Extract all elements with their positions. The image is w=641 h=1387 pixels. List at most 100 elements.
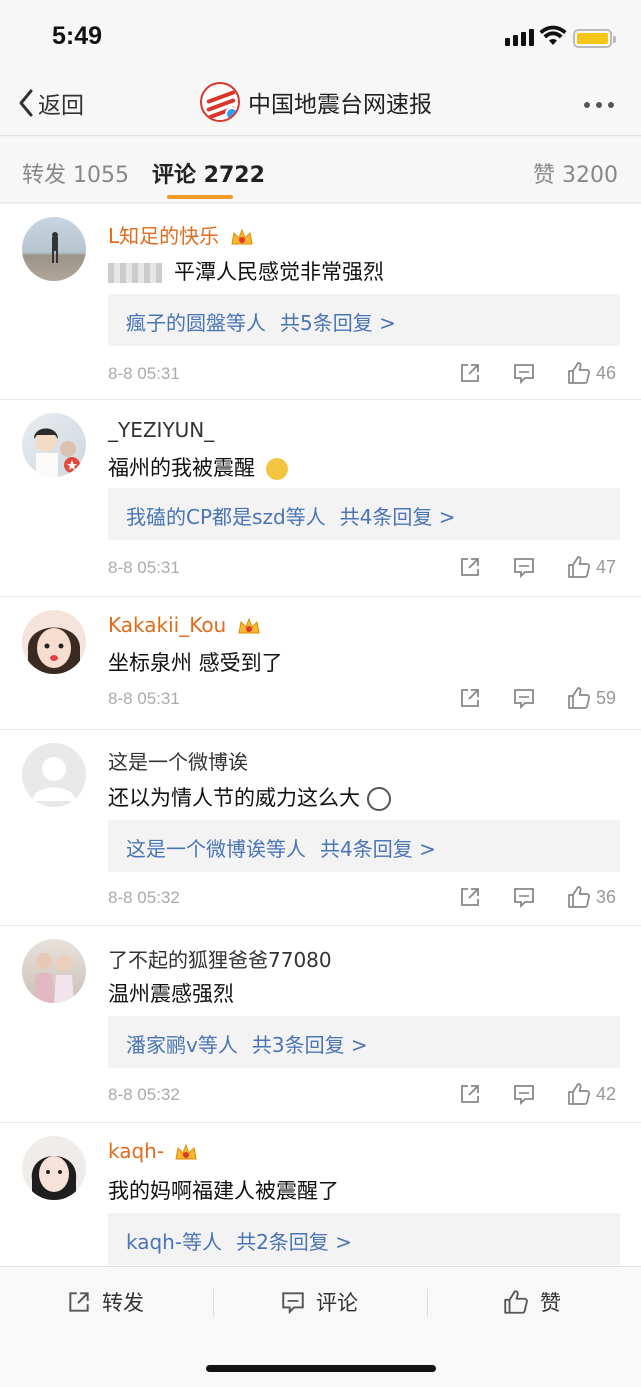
reply-users: 潘家鹂v等人 <box>126 1033 238 1057</box>
comment-item: 这是一个微博诶 还以为情人节的威力这么大 这是一个微博诶等人 共4条回复 > 8-… <box>0 730 641 926</box>
like-icon[interactable] <box>566 554 592 580</box>
comment-icon[interactable] <box>512 885 536 909</box>
comment-text: 坐标泉州 感受到了 <box>108 647 283 677</box>
bottom-action-bar: 转发 评论 赞 <box>0 1266 641 1387</box>
like-button[interactable]: 赞 <box>502 1287 561 1317</box>
comment-list: L知足的快乐 平潭人民感觉非常强烈 瘋子的圆盤等人 共5条回复 > 8-8 05:… <box>0 204 641 1273</box>
reply-users: 我磕的CP都是szd等人 <box>126 505 326 529</box>
repost-icon[interactable] <box>458 885 482 909</box>
comment-text-content: 坐标泉州 感受到了 <box>108 651 283 675</box>
default-avatar-icon <box>32 757 76 801</box>
account-logo <box>200 82 240 122</box>
account-header[interactable]: 中国地震台网速报 <box>200 82 432 122</box>
active-tab-indicator <box>167 195 233 199</box>
cellular-signal-icon <box>505 29 534 46</box>
reply-preview[interactable]: 这是一个微博诶等人 共4条回复 > <box>108 820 620 872</box>
reply-users: kaqh-等人 <box>126 1230 223 1254</box>
username-text: Kakakii_Kou <box>108 613 227 637</box>
home-indicator[interactable] <box>206 1365 436 1372</box>
repost-button[interactable]: 转发 <box>66 1287 144 1317</box>
more-options-icon[interactable] <box>584 102 614 108</box>
comment-actions: 47 <box>458 554 616 580</box>
like-count: 59 <box>596 687 617 708</box>
like-icon[interactable] <box>566 685 592 711</box>
comment-item: 了不起的狐狸爸爸77080 温州震感强烈 潘家鹂v等人 共3条回复 > 8-8 0… <box>0 926 641 1123</box>
repost-icon[interactable] <box>458 1082 482 1106</box>
comment-text: 我的妈啊福建人被震醒了 <box>108 1175 339 1205</box>
like-count: 42 <box>596 1083 617 1104</box>
repost-icon[interactable] <box>458 361 482 385</box>
reply-users: 瘋子的圆盤等人 <box>126 311 266 335</box>
repost-icon[interactable] <box>458 555 482 579</box>
like-icon[interactable] <box>566 360 592 386</box>
comment-actions: 36 <box>458 884 616 910</box>
comment-text-content: 平潭人民感觉非常强烈 <box>174 260 384 284</box>
comment-time: 8-8 05:31 <box>108 364 180 383</box>
tab-comments[interactable]: 评论 2722 <box>152 157 265 189</box>
username-text: kaqh- <box>108 1139 165 1163</box>
comment-item: Kakakii_Kou 坐标泉州 感受到了 8-8 05:31 59 <box>0 597 641 730</box>
reply-preview[interactable]: 潘家鹂v等人 共3条回复 > <box>108 1016 620 1068</box>
comment-actions: 42 <box>458 1081 616 1107</box>
avatar[interactable] <box>22 1136 86 1200</box>
like-icon[interactable] <box>566 884 592 910</box>
comment-icon[interactable] <box>512 361 536 385</box>
avatar[interactable] <box>22 413 86 477</box>
tab-repost[interactable]: 转发 1055 <box>22 157 129 189</box>
comment-label: 评论 <box>316 1291 358 1315</box>
username[interactable]: _YEZIYUN_ <box>108 418 214 442</box>
reply-count: 共2条回复 > <box>236 1230 352 1254</box>
comment-item: _YEZIYUN_ 福州的我被震醒 我磕的CP都是szd等人 共4条回复 > 8-… <box>0 400 641 597</box>
reply-count: 共5条回复 > <box>280 311 396 335</box>
username-text: 这是一个微博诶 <box>108 750 248 774</box>
username-text: L知足的快乐 <box>108 224 220 248</box>
username-text: 了不起的狐狸爸爸77080 <box>108 948 332 972</box>
comment-text-content: 我的妈啊福建人被震醒了 <box>108 1179 339 1203</box>
page-title: 中国地震台网速报 <box>248 92 432 118</box>
comment-button[interactable]: 评论 <box>280 1287 358 1317</box>
avatar[interactable] <box>22 610 86 674</box>
comment-icon[interactable] <box>512 555 536 579</box>
shocked-emoji-icon <box>366 787 391 811</box>
reply-count: 共4条回复 > <box>339 505 456 529</box>
username[interactable]: L知足的快乐 <box>108 220 254 249</box>
comment-text: 福州的我被震醒 <box>108 452 288 482</box>
avatar[interactable] <box>22 939 86 1003</box>
avatar[interactable] <box>22 743 86 807</box>
reply-preview[interactable]: 我磕的CP都是szd等人 共4条回复 > <box>108 488 620 540</box>
chevron-left-icon <box>19 89 33 117</box>
like-count: 36 <box>596 886 617 907</box>
comment-text: 还以为情人节的威力这么大 <box>108 782 391 812</box>
username[interactable]: 了不起的狐狸爸爸77080 <box>108 944 332 973</box>
comment-text-content: 温州震感强烈 <box>108 982 234 1006</box>
comment-item: L知足的快乐 平潭人民感觉非常强烈 瘋子的圆盤等人 共5条回复 > 8-8 05:… <box>0 204 641 400</box>
username[interactable]: 这是一个微博诶 <box>108 746 248 775</box>
like-icon <box>504 1290 528 1314</box>
reply-count: 共4条回复 > <box>320 837 436 861</box>
comment-text-content: 还以为情人节的威力这么大 <box>108 786 360 810</box>
tab-likes[interactable]: 赞 3200 <box>533 157 618 189</box>
tab-bar: 转发 1055 评论 2722 赞 3200 <box>0 137 641 203</box>
repost-label: 转发 <box>102 1291 144 1315</box>
divider <box>427 1289 428 1317</box>
comment-text-content: 福州的我被震醒 <box>108 456 255 480</box>
repost-icon[interactable] <box>458 686 482 710</box>
comment-time: 8-8 05:32 <box>108 1085 180 1104</box>
comment-icon[interactable] <box>512 1082 536 1106</box>
back-button[interactable]: 返回 <box>18 86 84 120</box>
comment-text: 平潭人民感觉非常强烈 <box>108 256 384 286</box>
status-bar: 5:49 <box>0 0 641 74</box>
username[interactable]: kaqh- <box>108 1139 198 1163</box>
like-icon[interactable] <box>566 1081 592 1107</box>
avatar[interactable] <box>22 217 86 281</box>
comment-icon[interactable] <box>512 686 536 710</box>
vip-crown-icon <box>175 1143 198 1159</box>
comment-icon <box>282 1292 304 1315</box>
comment-time: 8-8 05:31 <box>108 689 180 708</box>
reply-preview[interactable]: 瘋子的圆盤等人 共5条回复 > <box>108 294 620 346</box>
username[interactable]: Kakakii_Kou <box>108 613 261 637</box>
repost-icon <box>69 1292 89 1312</box>
reply-preview[interactable]: kaqh-等人 共2条回复 > <box>108 1213 620 1265</box>
comment-actions: 59 <box>458 685 616 711</box>
comment-text: 温州震感强烈 <box>108 978 234 1008</box>
